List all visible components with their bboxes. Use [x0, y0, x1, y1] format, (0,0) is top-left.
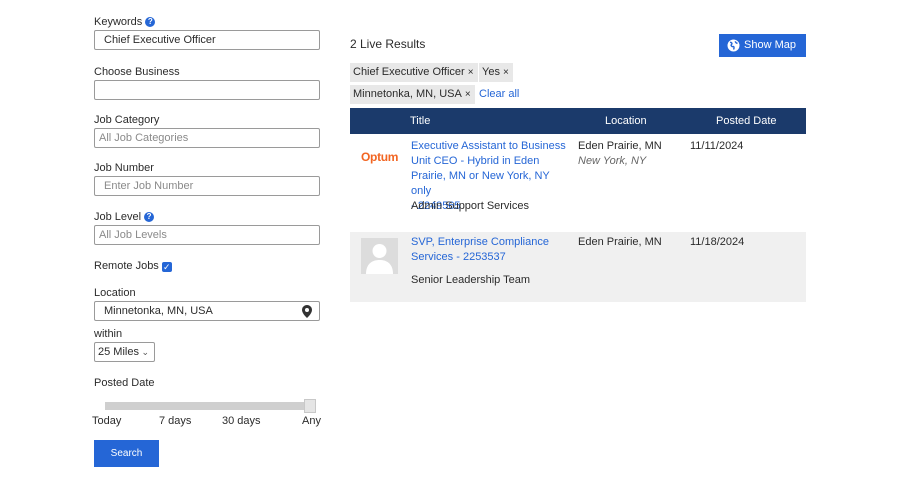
job-category-label: Job Category [94, 114, 160, 126]
avatar-placeholder-icon [361, 238, 398, 274]
results-count: 2 Live Results [350, 37, 426, 51]
slider-tick-30-days: 30 days [222, 415, 261, 427]
remote-jobs-label[interactable]: Remote Jobs ✓ [94, 260, 172, 272]
keywords-input[interactable]: Chief Executive Officer [94, 30, 320, 50]
filter-chip[interactable]: Yes × [479, 63, 513, 82]
close-icon[interactable]: × [468, 67, 474, 78]
table-row[interactable]: Optum Executive Assistant to Business Un… [350, 134, 806, 232]
slider-tick-any: Any [302, 415, 321, 427]
show-map-button[interactable]: Show Map [719, 34, 806, 57]
job-posted-date: 11/11/2024 [690, 140, 744, 152]
results-table-header: Title Location Posted Date [350, 108, 806, 134]
column-header-title[interactable]: Title [410, 108, 430, 134]
help-icon[interactable]: ? [145, 17, 156, 27]
job-number-label: Job Number [94, 162, 154, 174]
column-header-location[interactable]: Location [605, 108, 647, 134]
slider-tick-today: Today [92, 415, 122, 427]
job-category: Senior Leadership Team [411, 274, 531, 286]
job-posted-date: 11/18/2024 [690, 236, 745, 248]
slider-tick-7-days: 7 days [159, 415, 192, 427]
remote-jobs-checkbox[interactable]: ✓ [161, 262, 172, 272]
job-level-label: Job Level? [94, 211, 155, 223]
column-header-posted-date[interactable]: Posted Date [716, 108, 777, 134]
job-level-select[interactable]: All Job Levels [94, 225, 320, 245]
job-number-input[interactable]: Enter Job Number [94, 176, 320, 196]
search-button[interactable]: Search [94, 440, 159, 467]
filter-chip[interactable]: Chief Executive Officer × [350, 63, 478, 82]
chevron-down-icon: ⌄ [141, 347, 149, 357]
keywords-label: Keywords? [94, 16, 156, 28]
location-input[interactable]: Minnetonka, MN, USA [94, 301, 320, 321]
job-location: Eden Prairie, MN [578, 140, 662, 152]
within-select[interactable]: 25 Miles ⌄ [94, 342, 155, 362]
help-icon[interactable]: ? [144, 212, 155, 222]
posted-date-label: Posted Date [94, 377, 155, 389]
location-label: Location [94, 287, 136, 299]
globe-icon [727, 39, 740, 52]
business-label: Choose Business [94, 66, 180, 78]
within-label: within [94, 328, 123, 340]
job-location-alt: New York, NY [578, 155, 647, 167]
job-title-link[interactable]: SVP, Enterprise Compliance Services - 22… [411, 235, 571, 265]
map-pin-icon [302, 305, 312, 318]
close-icon[interactable]: × [465, 89, 471, 100]
company-logo: Optum [361, 150, 399, 164]
filter-chip[interactable]: Minnetonka, MN, USA × [350, 85, 475, 104]
posted-date-slider-handle[interactable] [304, 399, 316, 413]
job-category: Admin Support Services [411, 200, 529, 212]
table-row[interactable]: SVP, Enterprise Compliance Services - 22… [350, 232, 806, 302]
job-category-select[interactable]: All Job Categories [94, 128, 320, 148]
clear-all-link[interactable]: Clear all [479, 88, 519, 100]
business-input[interactable] [94, 80, 320, 100]
job-location: Eden Prairie, MN [578, 236, 662, 248]
close-icon[interactable]: × [503, 67, 509, 78]
posted-date-slider-track[interactable] [105, 402, 308, 410]
